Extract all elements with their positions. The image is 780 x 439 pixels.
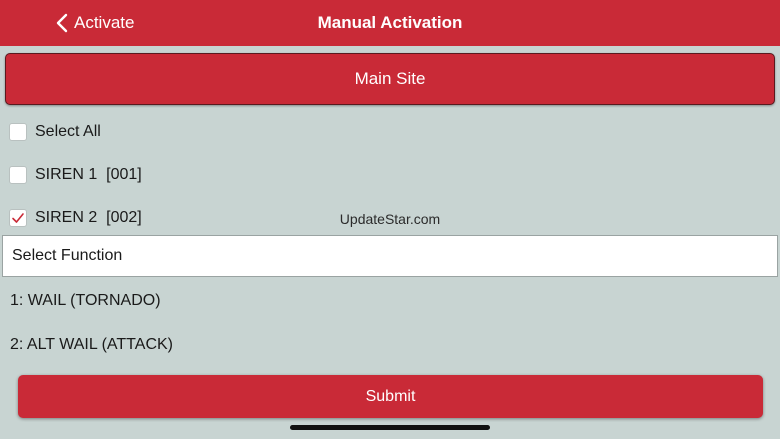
select-all-checkbox[interactable] [9, 123, 27, 141]
select-function-field[interactable]: Select Function [2, 235, 778, 277]
siren-1-label: SIREN 1 [001] [35, 166, 142, 183]
nav-bar: Activate Manual Activation [0, 0, 780, 46]
function-item-wail[interactable]: 1: WAIL (TORNADO) [10, 292, 161, 310]
submit-button[interactable]: Submit [18, 375, 763, 418]
main-site-button[interactable]: Main Site [5, 53, 775, 105]
watermark: UpdateStar.com [339, 211, 441, 227]
back-button[interactable]: Activate [56, 0, 134, 46]
select-all-row[interactable]: Select All [9, 121, 101, 143]
chevron-left-icon [56, 13, 68, 33]
back-label: Activate [74, 13, 135, 32]
home-indicator [290, 425, 490, 430]
siren-1-row[interactable]: SIREN 1 [001] [9, 164, 142, 186]
select-all-label: Select All [35, 123, 101, 140]
siren-1-checkbox[interactable] [9, 166, 27, 184]
function-item-alt-wail[interactable]: 2: ALT WAIL (ATTACK) [10, 336, 173, 354]
